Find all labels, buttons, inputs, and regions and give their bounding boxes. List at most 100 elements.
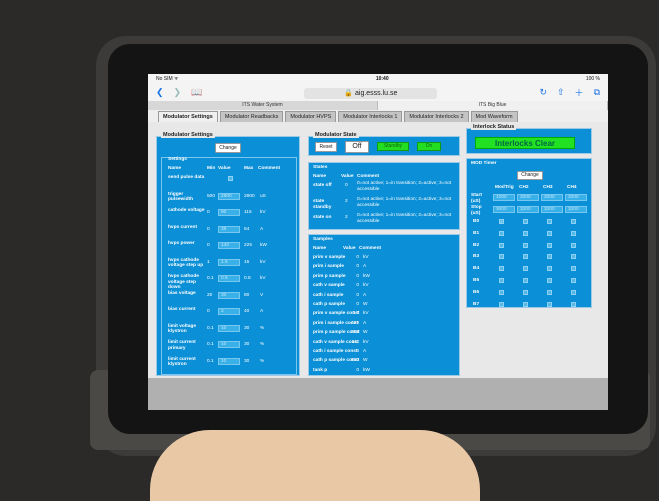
setting-value-input[interactable]: 2800 — [218, 192, 240, 200]
timer-checkbox[interactable] — [571, 301, 576, 307]
browser-tab-bigblue[interactable]: ITS Big Blue — [378, 101, 608, 110]
timer-checkbox[interactable] — [523, 242, 528, 248]
timer-checkbox[interactable] — [571, 266, 576, 272]
timer-checkbox[interactable] — [499, 289, 504, 295]
setting-value-input[interactable]: 1.5 — [218, 258, 240, 266]
setting-value-input[interactable]: 10 — [218, 357, 240, 365]
timer-checkbox[interactable] — [499, 301, 504, 307]
timer-checkbox[interactable] — [523, 289, 528, 295]
timer-checkbox[interactable] — [523, 266, 528, 272]
tab-mod-waveform[interactable]: Mod Waveform — [470, 111, 518, 122]
setting-value-input[interactable]: 10 — [218, 341, 240, 348]
new-tab-icon[interactable]: ＋ — [575, 86, 584, 99]
clock: 10:40 — [375, 76, 389, 82]
states-header-name: Name — [313, 174, 327, 179]
setting-name: hvps current — [168, 224, 198, 230]
states-title: States — [313, 165, 328, 170]
tab-modulator-settings[interactable]: Modulator Settings — [158, 111, 218, 122]
timer-stop-input[interactable]: 3200 — [517, 206, 539, 213]
sample-unit: kW — [363, 367, 370, 373]
timer-checkbox[interactable] — [499, 242, 504, 248]
setting-value: 10 — [221, 358, 227, 364]
timer-checkbox[interactable] — [571, 242, 576, 248]
setting-value-input[interactable]: 140 — [218, 242, 240, 249]
timer-start-input[interactable]: 2000 — [565, 194, 587, 201]
timer-start-input[interactable]: 1000 — [493, 194, 515, 201]
timer-checkbox[interactable] — [547, 230, 552, 236]
reset-button[interactable]: Reset — [315, 142, 337, 152]
setting-value-input[interactable]: 0.5 — [218, 275, 240, 282]
setting-value-input[interactable]: 10 — [218, 324, 240, 332]
sample-unit: A — [363, 292, 367, 298]
timer-checkbox[interactable] — [547, 242, 552, 248]
setting-value-input[interactable]: 2 — [218, 308, 240, 315]
timer-checkbox[interactable] — [499, 278, 504, 283]
timer-checkbox[interactable] — [523, 278, 528, 283]
setting-min: 0.1 — [207, 325, 214, 331]
state-name: state standby — [313, 199, 332, 210]
tab-modulator-interlocks-2[interactable]: Modulator Interlocks 2 — [404, 111, 469, 122]
timer-checkbox[interactable]: ✓ — [499, 219, 504, 224]
ipad-screen: No SIM ᯤ 10:40 100 % ❮ ❯ 📖 🔒 aig.esss.lu… — [148, 74, 608, 410]
setting-max: 54 — [244, 226, 250, 232]
timer-checkbox[interactable] — [523, 219, 528, 224]
timer-stop-input[interactable]: 3200 — [541, 206, 563, 213]
tab-modulator-hvps[interactable]: Modulator HVPS — [285, 111, 337, 122]
off-button[interactable]: Off — [345, 141, 369, 153]
sample-value: 0 — [356, 367, 359, 373]
timer-checkbox[interactable] — [571, 230, 576, 236]
timer-change-button[interactable]: Change — [517, 171, 543, 180]
setting-name: limit current primary — [168, 340, 196, 351]
setting-unit: A — [260, 226, 264, 232]
state-name: state off — [313, 183, 332, 188]
setting-min: 0 — [207, 210, 210, 215]
setting-value-input[interactable]: 30 — [218, 291, 240, 299]
timer-checkbox[interactable] — [571, 254, 576, 260]
timer-checkbox[interactable] — [571, 219, 576, 224]
timer-stop-input[interactable]: 3200 — [565, 206, 587, 213]
tab-modulator-readbacks[interactable]: Modulator Readbacks — [219, 111, 284, 122]
timer-start-input[interactable]: 2000 — [517, 194, 539, 201]
forward-icon[interactable]: ❯ — [174, 87, 182, 98]
setting-unit: V — [260, 292, 264, 298]
browser-tab-water[interactable]: ITS Water System — [148, 101, 378, 110]
sample-unit: W — [363, 302, 368, 307]
bookmarks-icon[interactable]: 📖 — [191, 87, 202, 98]
tab-modulator-interlocks-1[interactable]: Modulator Interlocks 1 — [338, 111, 403, 122]
timer-checkbox[interactable] — [547, 278, 552, 283]
state-name: state on — [313, 215, 332, 220]
timer-checkbox[interactable] — [523, 230, 528, 236]
timer-stop-input[interactable]: 3000 — [493, 206, 515, 213]
timer-checkbox[interactable] — [547, 266, 552, 272]
sample-value: 0 — [356, 302, 359, 307]
timer-checkbox[interactable] — [571, 289, 576, 295]
timer-checkbox[interactable] — [499, 230, 504, 236]
carrier-text: No SIM ᯤ — [156, 76, 179, 82]
timer-checkbox[interactable] — [499, 266, 504, 272]
timer-checkbox[interactable] — [547, 254, 552, 260]
settings-change-button[interactable]: Change — [215, 143, 241, 153]
timer-checkbox[interactable] — [547, 219, 552, 224]
timer-start-label: Start (uS) — [471, 193, 482, 204]
timer-stop-value: 3200 — [568, 207, 579, 212]
timer-checkbox[interactable] — [523, 301, 528, 307]
timer-checkbox[interactable] — [571, 278, 576, 283]
timer-checkbox[interactable] — [499, 254, 504, 260]
setting-value-input[interactable]: 90 — [218, 209, 240, 216]
on-button[interactable]: On — [417, 142, 441, 151]
timer-checkbox[interactable] — [547, 301, 552, 307]
standby-button[interactable]: Standby — [377, 142, 409, 151]
sample-name: cath p sample — [313, 302, 345, 307]
address-bar[interactable]: 🔒 aig.esss.lu.se — [212, 87, 529, 99]
share-icon[interactable]: ⇧ — [557, 87, 565, 98]
timer-checkbox[interactable] — [547, 289, 552, 295]
send-pulse-checkbox[interactable] — [228, 176, 233, 181]
timer-checkbox[interactable] — [523, 254, 528, 260]
setting-value-input[interactable]: 38 — [218, 225, 240, 233]
reload-icon[interactable]: ↻ — [539, 87, 547, 98]
back-icon[interactable]: ❮ — [156, 87, 164, 98]
tabs-icon[interactable]: ⧉ — [594, 87, 600, 98]
timer-row-label: B5 — [473, 278, 480, 283]
timer-start-input[interactable]: 2000 — [541, 194, 563, 201]
sample-unit: kV — [363, 339, 369, 345]
